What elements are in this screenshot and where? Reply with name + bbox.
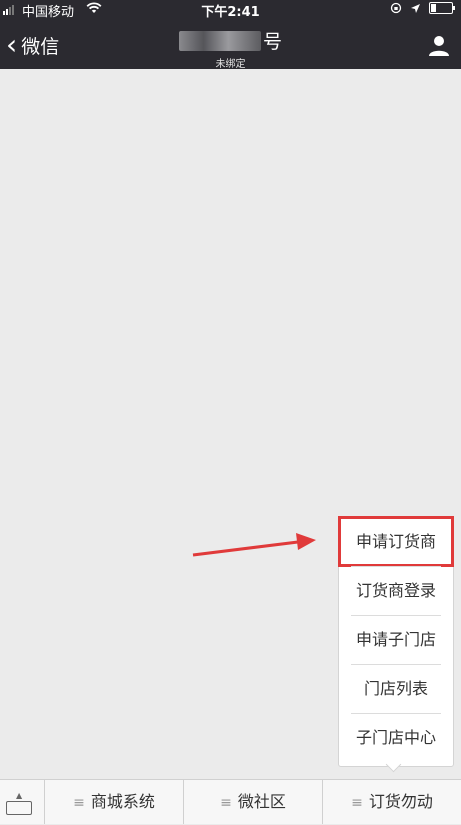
bottom-menu-bar: ▲ ≡ 商城系统 ≡ 微社区 ≡ 订货勿动: [0, 779, 461, 824]
menu-item-sub-store-center[interactable]: 子门店中心: [339, 713, 453, 762]
tab-ordering[interactable]: ≡ 订货勿动: [323, 780, 461, 824]
menu-item-store-list[interactable]: 门店列表: [339, 664, 453, 713]
tab-mall-system[interactable]: ≡ 商城系统: [45, 780, 184, 824]
menu-item-apply-distributor[interactable]: 申请订货商: [338, 516, 454, 567]
menu-item-apply-sub-store[interactable]: 申请子门店: [339, 615, 453, 664]
keyboard-toggle-icon[interactable]: ▲: [0, 780, 45, 824]
menu-lines-icon: ≡: [73, 795, 85, 811]
menu-lines-icon: ≡: [351, 795, 363, 811]
menu-lines-icon: ≡: [220, 795, 232, 811]
tab-micro-community[interactable]: ≡ 微社区: [184, 780, 323, 824]
submenu-popup: 申请订货商 订货商登录 申请子门店 门店列表 子门店中心: [338, 516, 454, 767]
menu-item-distributor-login[interactable]: 订货商登录: [339, 566, 453, 615]
